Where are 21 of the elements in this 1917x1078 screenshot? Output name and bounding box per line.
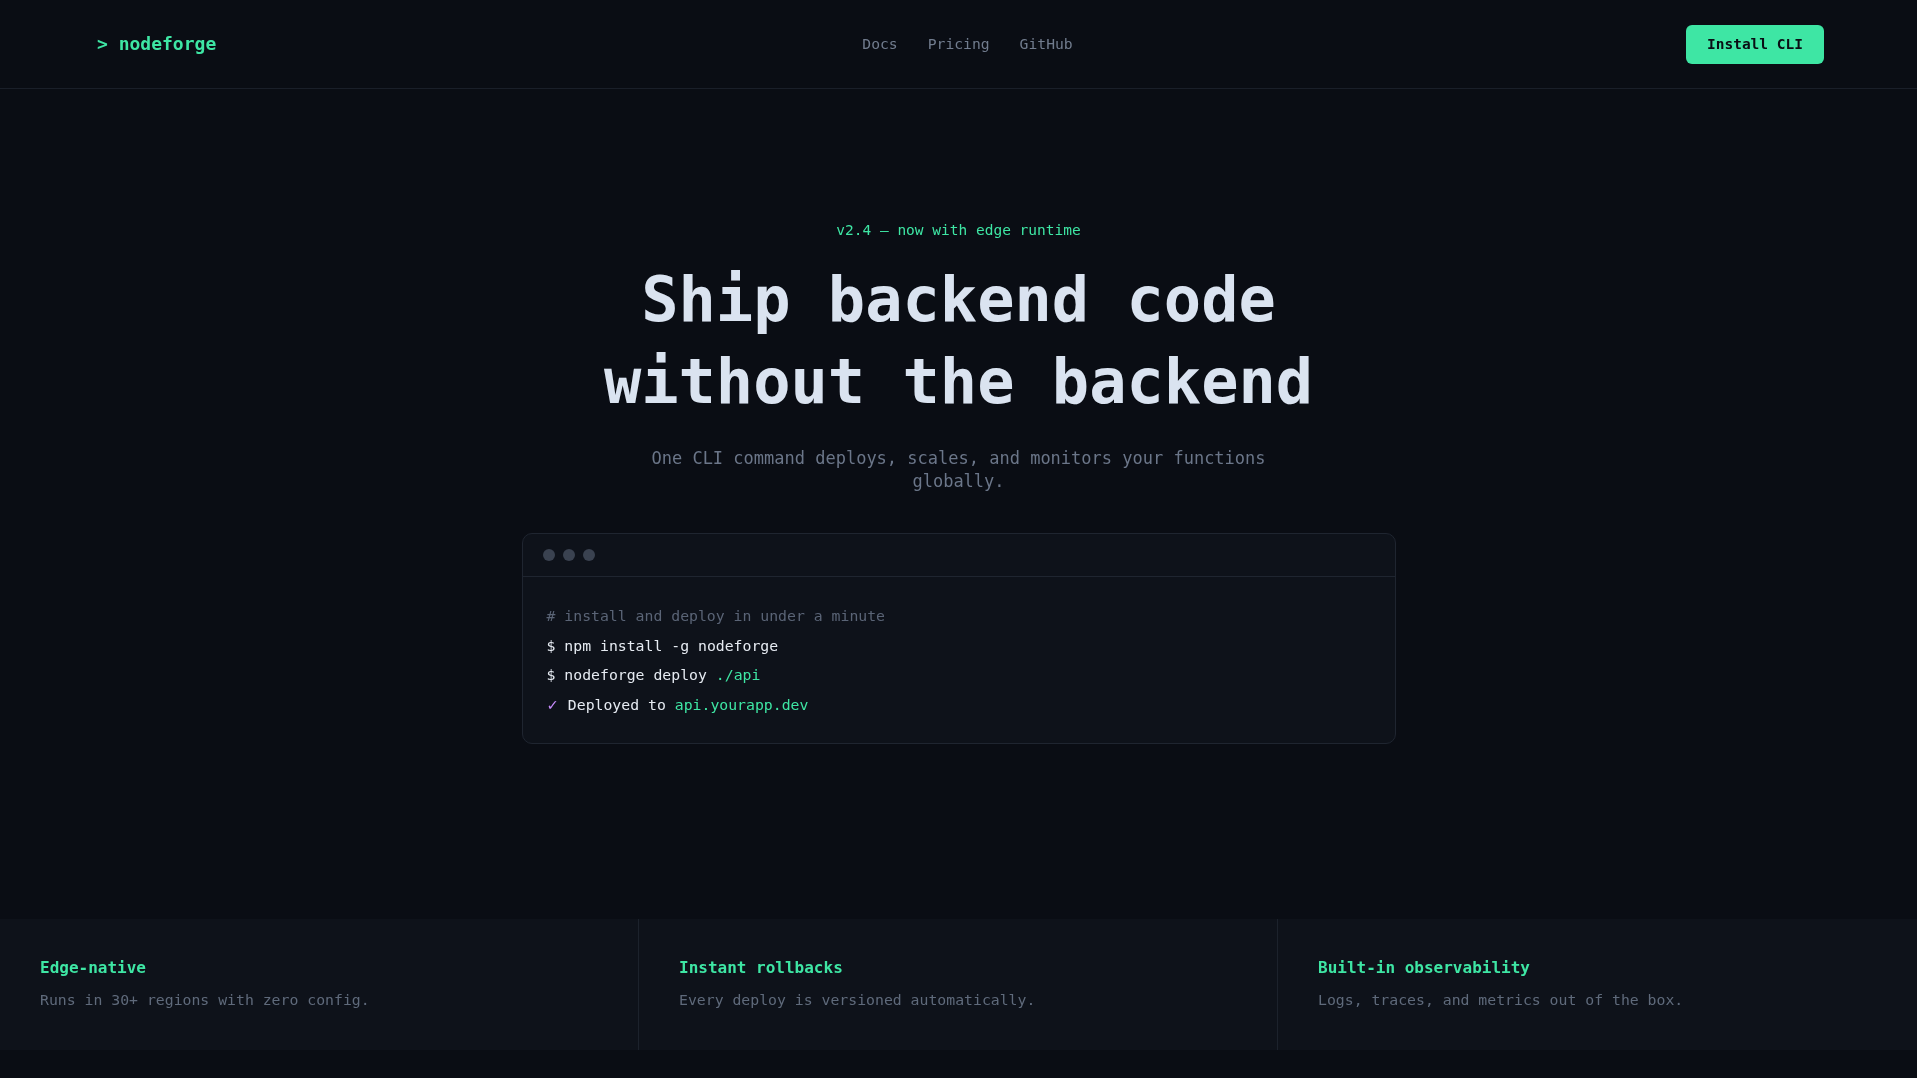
window-dot-icon [582, 549, 595, 561]
hero-title: Ship backend code without the backend [602, 262, 1315, 420]
logo-link[interactable]: > nodeforge [97, 32, 217, 56]
output-line: ✓ Deployed to api.yourapp.dev [546, 694, 809, 715]
hero-subtitle: One CLI command deploys, scales, and monitors your functions globally. [650, 447, 1267, 493]
window-dot-icon [562, 549, 575, 561]
feature-description: Logs, traces, and metrics out of the box. [1318, 990, 1684, 1010]
nav-link[interactable]: Docs [862, 34, 898, 54]
code-comment: # install and deploy in under a minute [546, 606, 886, 626]
feature-title: Built-in observability [1318, 957, 1530, 979]
feature-description: Runs in 30+ regions with zero config. [40, 990, 370, 1010]
feature-title: Instant rollbacks [679, 957, 843, 979]
command-line: $ npm install -g nodeforge [546, 635, 779, 656]
window-dot-icon [542, 549, 555, 561]
feature-title: Edge-native [40, 957, 146, 979]
version-label: v2.4 — now with edge runtime [836, 221, 1081, 240]
nav-link[interactable]: GitHub [1019, 34, 1073, 54]
command-line: $ nodeforge deploy ./api [546, 665, 761, 685]
feature-description: Every deploy is versioned automatically. [679, 990, 1036, 1010]
install-cli-button[interactable]: Install CLI [1685, 24, 1824, 64]
nav-link[interactable]: Pricing [927, 34, 990, 54]
